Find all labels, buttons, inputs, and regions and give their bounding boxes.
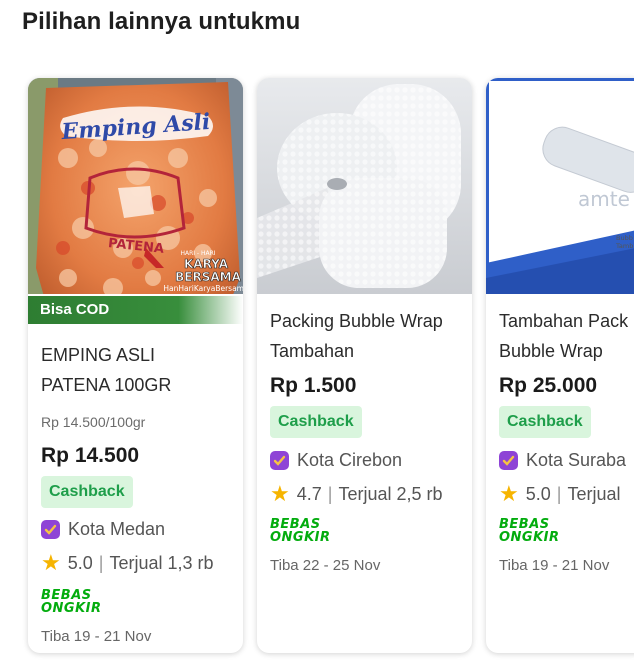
star-icon: ★ xyxy=(41,550,61,575)
sold-count: Terjual 1,3 rb xyxy=(109,552,214,573)
sold-count: Terjual 2,5 rb xyxy=(338,483,443,504)
location-text: Kota Cirebon xyxy=(297,450,403,470)
rating-sold-row: ★ 5.0 | Terjual 1,3 rb xyxy=(41,552,214,574)
separator: | xyxy=(98,552,104,573)
bubble-wrap-image xyxy=(257,78,472,294)
star-icon: ★ xyxy=(270,481,290,506)
product-image[interactable] xyxy=(257,78,472,294)
product-title[interactable]: Packing Bubble Wrap Tambahan xyxy=(270,306,464,366)
rating-sold-row: ★ 5.0 | Terjual xyxy=(499,483,620,505)
svg-text:KARYA: KARYA xyxy=(184,257,229,271)
shop-location: Kota Suraba xyxy=(499,450,626,471)
product-image[interactable]: Emping Asli PATENA HARI - HARI KARYA BER… xyxy=(28,78,243,294)
location-text: Kota Medan xyxy=(68,519,166,539)
svg-text:HanHariKaryaBersama: HanHariKaryaBersama xyxy=(163,284,243,293)
svg-text:HARI - HARI: HARI - HARI xyxy=(180,250,215,257)
separator: | xyxy=(556,483,562,504)
brand-watermark: amte xyxy=(578,187,630,211)
shop-location: Kota Medan xyxy=(41,519,165,540)
shop-location: Kota Cirebon xyxy=(270,450,402,471)
location-text: Kota Suraba xyxy=(526,450,627,470)
product-title[interactable]: Tambahan Pack Bubble Wrap xyxy=(499,306,634,366)
bubble-wrap-ad-image: amte Bubb Tamb xyxy=(486,78,634,294)
product-card[interactable]: amte Bubb Tamb Tambahan Pack Bubble Wrap… xyxy=(486,78,634,653)
svg-text:Bubb: Bubb xyxy=(616,234,633,242)
official-store-check-icon xyxy=(41,520,60,539)
rating-value: 5.0 xyxy=(525,483,551,504)
rating-value: 4.7 xyxy=(296,483,322,504)
product-title[interactable]: EMPING ASLI PATENA 100GR xyxy=(41,340,235,400)
bebas-ongkir-logo: BEBAS ONGKIR xyxy=(499,517,560,545)
delivery-estimate: Tiba 19 - 21 Nov xyxy=(499,557,610,574)
cod-badge: Bisa COD xyxy=(28,296,243,324)
product-image[interactable]: amte Bubb Tamb xyxy=(486,78,634,294)
section-title: Pilihan lainnya untukmu xyxy=(22,8,301,35)
emping-package-image: Emping Asli PATENA HARI - HARI KARYA BER… xyxy=(28,78,243,294)
sold-count: Terjual xyxy=(567,483,621,504)
product-carousel[interactable]: Emping Asli PATENA HARI - HARI KARYA BER… xyxy=(0,70,634,670)
separator: | xyxy=(327,483,333,504)
bebas-ongkir-logo: BEBAS ONGKIR xyxy=(270,517,331,545)
product-card[interactable]: Emping Asli PATENA HARI - HARI KARYA BER… xyxy=(28,78,243,653)
cashback-badge: Cashback xyxy=(499,406,591,438)
bebas-ongkir-logo: BEBAS ONGKIR xyxy=(41,588,102,616)
rating-value: 5.0 xyxy=(67,552,93,573)
rating-sold-row: ★ 4.7 | Terjual 2,5 rb xyxy=(270,483,443,505)
product-card[interactable]: Packing Bubble Wrap Tambahan Rp 1.500 Ca… xyxy=(257,78,472,653)
cashback-badge: Cashback xyxy=(41,476,133,508)
reference-price: Rp 14.500/100gr xyxy=(41,414,146,430)
svg-text:Tamb: Tamb xyxy=(615,242,633,250)
delivery-estimate: Tiba 19 - 21 Nov xyxy=(41,628,152,645)
official-store-check-icon xyxy=(270,451,289,470)
product-price: Rp 14.500 xyxy=(41,444,140,467)
delivery-estimate: Tiba 22 - 25 Nov xyxy=(270,557,381,574)
svg-text:BERSAMA: BERSAMA xyxy=(175,270,241,284)
product-price: Rp 25.000 xyxy=(499,374,598,397)
official-store-check-icon xyxy=(499,451,518,470)
product-price: Rp 1.500 xyxy=(270,374,357,397)
star-icon: ★ xyxy=(499,481,519,506)
cashback-badge: Cashback xyxy=(270,406,362,438)
